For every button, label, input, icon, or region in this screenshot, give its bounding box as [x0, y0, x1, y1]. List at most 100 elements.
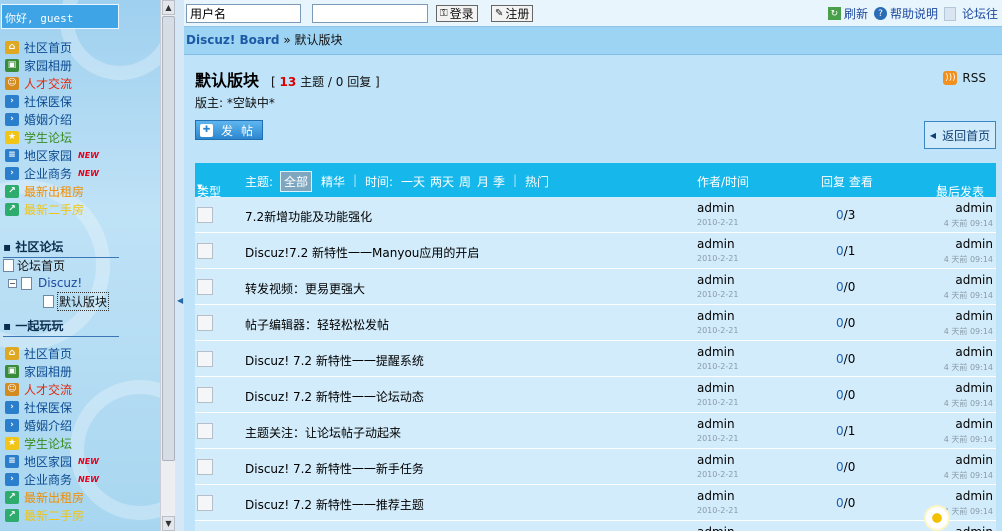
back-arrow-icon: ◀ [929, 130, 937, 140]
sidebar-item[interactable]: › 企业商务 NEW [5, 164, 99, 182]
thread-title-link[interactable]: Discuz! 7.2 新特性一一推荐主题 [245, 496, 424, 513]
last-post-time[interactable]: 4 天前 09:14 [944, 218, 993, 229]
filter-digest[interactable]: 精华 [321, 173, 345, 190]
link-icon: ↗ [5, 202, 19, 216]
last-post-time[interactable]: 4 天前 09:14 [944, 290, 993, 301]
scroll-up-icon[interactable]: ▲ [162, 0, 175, 15]
last-post-time[interactable]: 4 天前 09:14 [944, 506, 993, 517]
last-post-time[interactable]: 4 天前 09:14 [944, 470, 993, 481]
back-home-button[interactable]: ◀ 返回首页 [924, 121, 996, 149]
sidebar-item[interactable]: ↗ 最新二手房 [5, 200, 99, 218]
last-post-time[interactable]: 4 天前 09:14 [944, 326, 993, 337]
sidebar-item[interactable]: › 社保医保 [5, 398, 99, 416]
sidebar-item[interactable]: › 婚姻介绍 [5, 110, 99, 128]
username-input[interactable] [186, 4, 301, 23]
thread-title-link[interactable]: 7.2新增功能及功能强化 [245, 208, 372, 225]
last-poster-link[interactable]: admin [955, 417, 993, 431]
frame-splitter[interactable]: ◀ [175, 0, 184, 531]
sidebar-item[interactable]: ↗ 最新二手房 [5, 506, 99, 524]
thread-author-link[interactable]: admin [697, 381, 735, 395]
sidebar-scrollbar[interactable]: ▲ ▼ [160, 0, 175, 531]
last-post-time[interactable]: 4 天前 09:14 [944, 254, 993, 265]
tree-item-default-board[interactable]: 默认版块 [43, 291, 110, 311]
people-icon: ☺ [5, 76, 19, 90]
forum-link[interactable]: 论坛往 [962, 5, 998, 22]
thread-title-link[interactable]: Discuz! 7.2 新特性一一新手任务 [245, 460, 424, 477]
scroll-down-icon[interactable]: ▼ [162, 516, 175, 531]
filter-week[interactable]: 周 [459, 173, 471, 190]
view-count: 1 [847, 424, 856, 438]
last-poster-link[interactable]: admin [955, 489, 993, 503]
password-input[interactable] [312, 4, 428, 23]
register-button[interactable]: ✎ 注册 [491, 5, 534, 22]
thread-author-link[interactable]: admin [697, 345, 735, 359]
sidebar-item[interactable]: ▣ 家园相册 [5, 56, 99, 74]
last-poster-link[interactable]: admin [955, 345, 993, 359]
sidebar-item[interactable]: ☺ 人才交流 [5, 74, 99, 92]
filter-season[interactable]: 季 [493, 173, 505, 190]
collapse-icon[interactable]: − [8, 278, 17, 288]
help-icon: ? [873, 7, 887, 20]
sidebar-item[interactable]: ▣ 家园相册 [5, 362, 99, 380]
sidebar-item[interactable]: ⌂ 社区首页 [5, 344, 99, 362]
thread-title-link[interactable]: Discuz! 7.2 新特性一一提醒系统 [245, 352, 424, 369]
breadcrumb-separator: » [279, 33, 295, 47]
sidebar-item[interactable]: › 婚姻介绍 [5, 416, 99, 434]
last-poster-link[interactable]: admin [955, 453, 993, 467]
login-button[interactable]: ⚿ 登录 [436, 5, 478, 22]
sidebar-item[interactable]: ↗ 最新出租房 [5, 182, 99, 200]
rss-link[interactable]: ))) RSS [943, 71, 986, 85]
sidebar-item[interactable]: ☺ 人才交流 [5, 380, 99, 398]
thread-author-link[interactable]: admin [697, 273, 735, 287]
last-post-time[interactable]: 4 天前 09:14 [944, 434, 993, 445]
sidebar-item[interactable]: ⌂ 社区首页 [5, 38, 99, 56]
sidebar-item[interactable]: ★ 学生论坛 [5, 128, 99, 146]
last-poster-link[interactable]: admin [955, 525, 993, 531]
filter-two-days[interactable]: 两天 [430, 173, 454, 190]
last-poster-link[interactable]: admin [955, 273, 993, 287]
last-post-time[interactable]: 4 天前 09:14 [944, 362, 993, 373]
sidebar-item[interactable]: ≡ 地区家园 NEW [5, 146, 99, 164]
thread-title-link[interactable]: 主题关注：让论坛帖子动起来 [245, 424, 401, 441]
sidebar-item[interactable]: ↗ 最新出租房 [5, 488, 99, 506]
sidebar-item[interactable]: › 社保医保 [5, 92, 99, 110]
sidebar-menu-bottom: ⌂ 社区首页 ▣ 家园相册 ☺ 人才交流 › 社保医保 › 婚姻介绍 ★ 学生论坛 ≡ 地区家园 NEW › 企… [5, 344, 99, 524]
last-post-time[interactable]: 4 天前 09:14 [944, 398, 993, 409]
help-link[interactable]: ? 帮助说明 [873, 5, 938, 22]
tree-item-forum-home[interactable]: 论坛首页 [3, 256, 109, 274]
thread-date: 2010-2-21 [697, 434, 739, 443]
sidebar-item-label: 家园相册 [24, 58, 73, 73]
filter-one-day[interactable]: 一天 [401, 173, 425, 190]
last-poster-link[interactable]: admin [955, 201, 993, 215]
last-poster-link[interactable]: admin [955, 381, 993, 395]
sidebar-item[interactable]: ★ 学生论坛 [5, 434, 99, 452]
dropdown-separator[interactable] [943, 6, 956, 21]
thread-title-link[interactable]: Discuz!7.2 新特性一一Manyou应用的开启 [245, 244, 479, 261]
thread-author-link[interactable]: admin [697, 201, 735, 215]
thread-author-link[interactable]: admin [697, 417, 735, 431]
new-post-button[interactable]: ✚ 发帖 [195, 120, 263, 140]
thread-author-link[interactable]: admin [697, 309, 735, 323]
thread-title-link[interactable]: 转发视频：更易更强大 [245, 280, 365, 297]
filter-all[interactable]: 全部 [280, 171, 313, 192]
thread-author-link[interactable]: admin [697, 525, 735, 531]
thread-title-link[interactable]: Discuz! 7.2 新特性一一论坛动态 [245, 388, 424, 405]
thread-title-link[interactable]: 帖子编辑器：轻轻松松发帖 [245, 316, 389, 333]
tree-item-discuz[interactable]: − Discuz! [8, 274, 109, 292]
breadcrumb-home-link[interactable]: Discuz! Board [186, 33, 280, 47]
reply-count: 0 [836, 424, 844, 438]
thread-author-link[interactable]: admin [697, 453, 735, 467]
thread-author-link[interactable]: admin [697, 489, 735, 503]
refresh-link[interactable]: ↻ 刷新 [827, 5, 868, 22]
scrollbar-thumb[interactable] [162, 16, 175, 461]
thread-author-link[interactable]: admin [697, 237, 735, 251]
sidebar-item[interactable]: › 企业商务 NEW [5, 470, 99, 488]
last-poster-link[interactable]: admin [955, 309, 993, 323]
filter-month[interactable]: 月 [477, 173, 489, 190]
collapse-arrow-icon[interactable]: ◀ [177, 296, 183, 305]
sidebar-item[interactable]: ≡ 地区家园 NEW [5, 452, 99, 470]
people-icon: ☺ [5, 382, 19, 396]
doc-icon: ≡ [5, 454, 19, 468]
filter-hot[interactable]: 热门 [525, 173, 549, 190]
last-poster-link[interactable]: admin [955, 237, 993, 251]
